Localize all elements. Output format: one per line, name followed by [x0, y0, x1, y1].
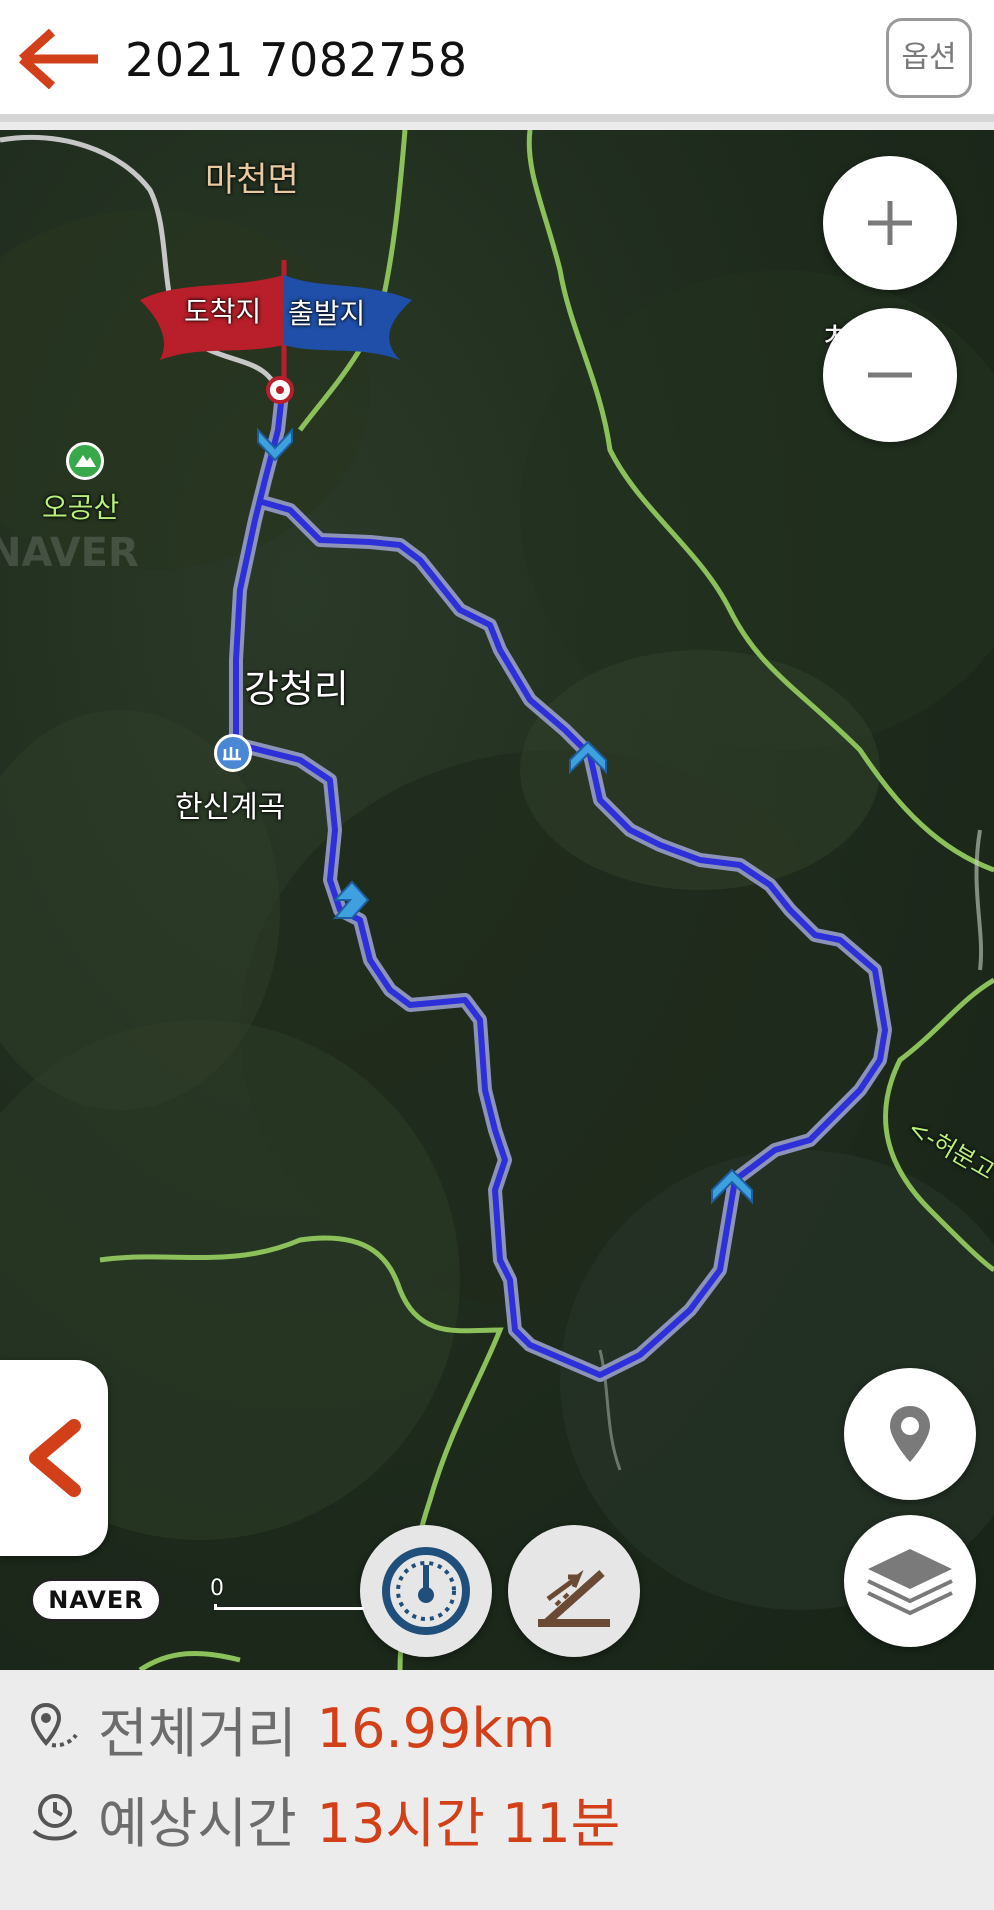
place-label-gangcheongri: 강청리	[244, 667, 349, 711]
map-view[interactable]: 도착지 출발지 마천면 오공산 NAVER 강청리 한신계곡 ㅊ <-허분고	[0, 130, 994, 1670]
route-distance-icon	[30, 1702, 78, 1748]
scale-zero-label: 0	[210, 1576, 224, 1601]
speed-stats-button[interactable]	[360, 1525, 492, 1657]
place-label-ogongsan: 오공산	[42, 491, 120, 524]
speedometer-icon	[382, 1547, 470, 1635]
location-pin-icon	[890, 1406, 930, 1462]
distance-label: 전체거리	[98, 1701, 297, 1765]
layers-icon	[867, 1549, 953, 1616]
direction-arrow-icon	[332, 880, 370, 919]
option-button[interactable]: 옵션	[886, 18, 972, 98]
minus-icon	[868, 372, 912, 378]
arrow-left-icon	[18, 28, 98, 90]
time-row: 예상시간 13시간 11분	[28, 1778, 620, 1858]
back-button[interactable]	[18, 26, 102, 92]
valley-icon	[214, 734, 252, 772]
place-label-hansin: 한신계곡	[175, 790, 286, 825]
side-panel-toggle[interactable]	[0, 1360, 108, 1556]
page-title: 2021 7082758	[125, 33, 468, 87]
plus-icon	[868, 201, 912, 245]
zoom-out-button[interactable]	[823, 308, 957, 442]
zoom-in-button[interactable]	[823, 156, 957, 290]
time-value: 13시간 11분	[316, 1791, 621, 1855]
mountain-icon	[66, 442, 104, 480]
place-label-macheon: 마천면	[205, 160, 299, 200]
my-location-button[interactable]	[844, 1368, 976, 1500]
route-summary: 전체거리 16.99km 예상시간 13시간 11분	[0, 1670, 994, 1870]
distance-value: 16.99km	[316, 1696, 556, 1760]
scale-bar	[214, 1604, 364, 1610]
elevation-icon	[538, 1569, 610, 1627]
arrival-flag-label: 도착지	[184, 295, 262, 328]
naver-logo: NAVER	[30, 1578, 162, 1622]
departure-flag-label: 출발지	[288, 297, 366, 330]
app-header: 2021 7082758 옵션	[0, 0, 994, 122]
estimated-time-icon	[32, 1794, 78, 1841]
distance-row: 전체거리 16.99km	[28, 1688, 555, 1768]
map-scale: 0	[210, 1576, 370, 1612]
elevation-button[interactable]	[508, 1525, 640, 1657]
map-watermark: NAVER	[0, 530, 139, 576]
time-label: 예상시간	[98, 1791, 297, 1855]
map-layers-button[interactable]	[844, 1515, 976, 1647]
chevron-left-icon	[29, 1419, 81, 1497]
